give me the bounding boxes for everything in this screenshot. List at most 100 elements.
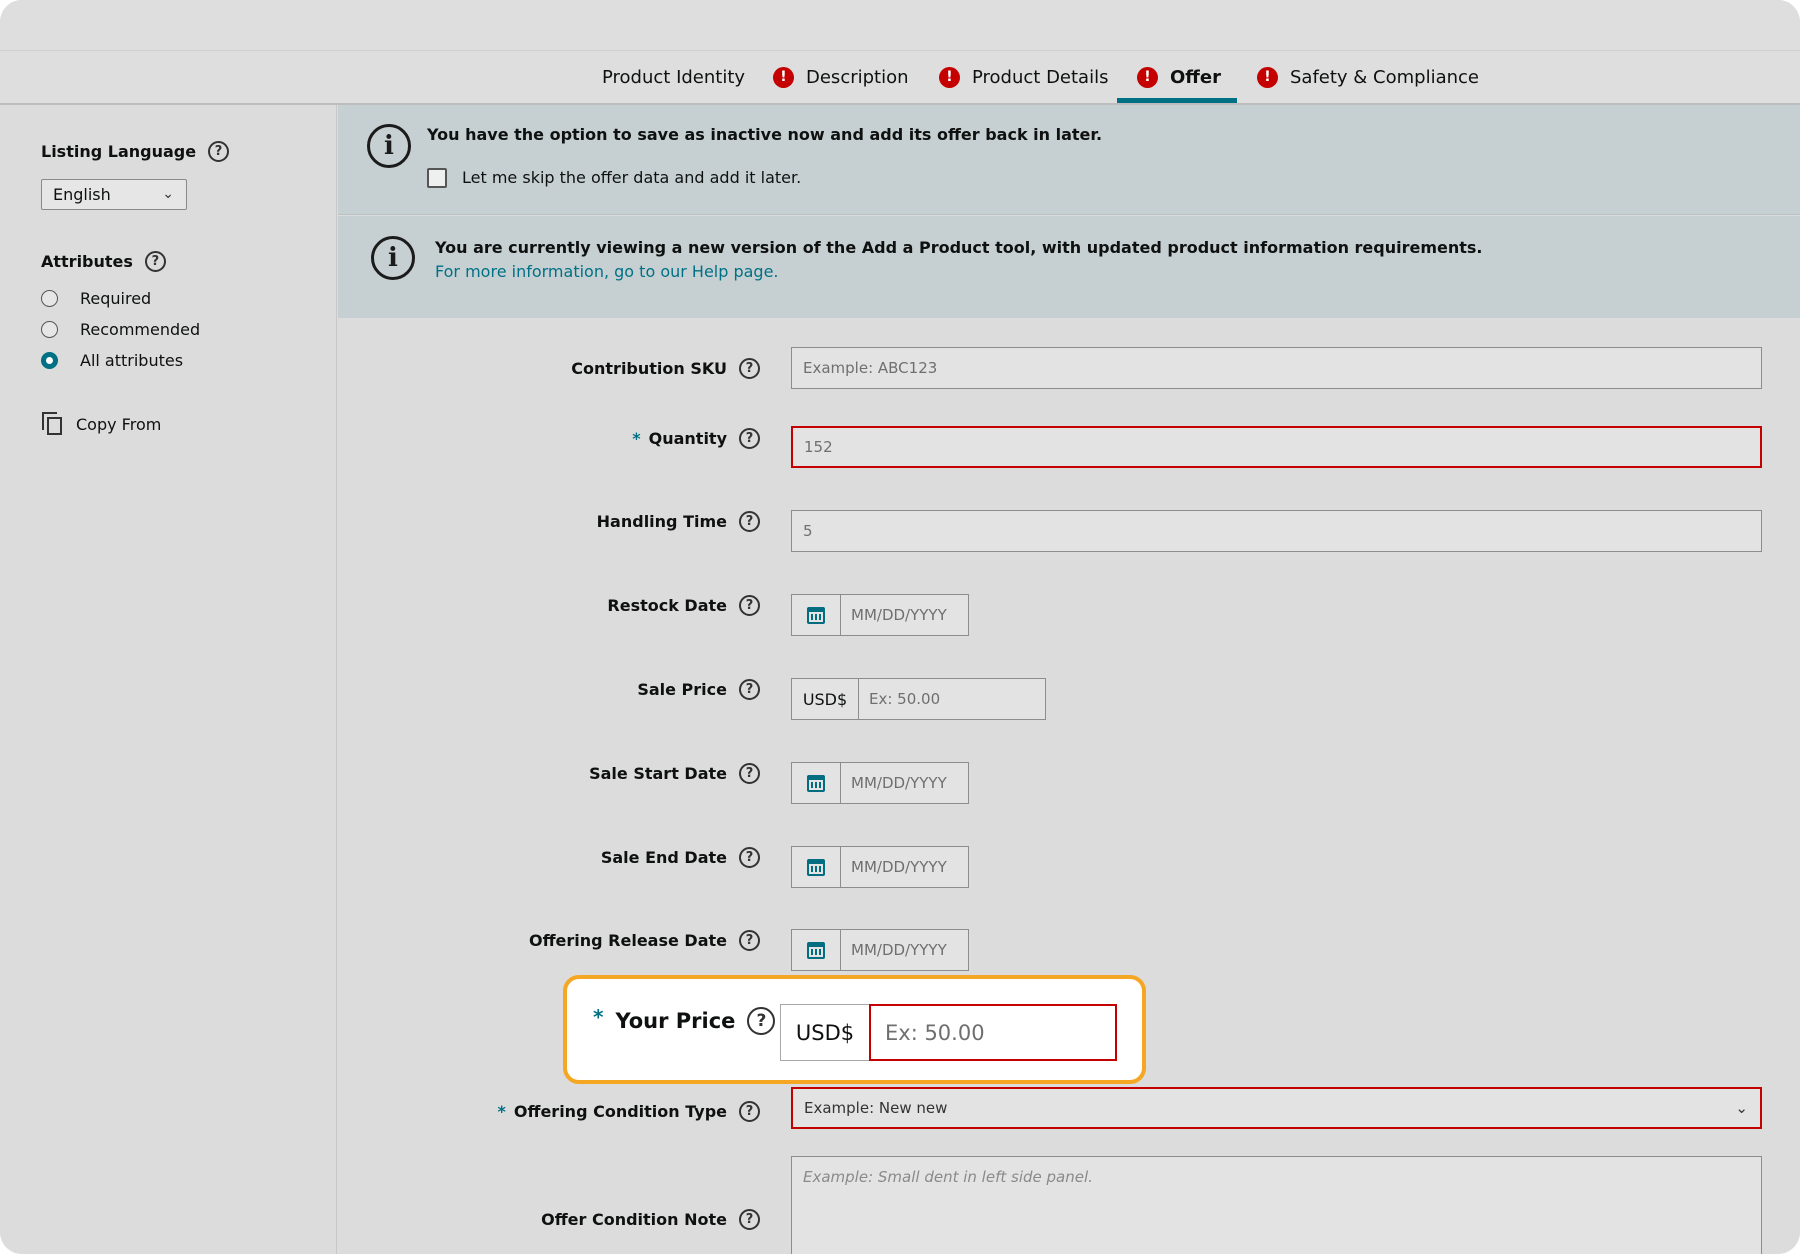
calendar-icon	[807, 941, 825, 959]
tab-product-identity[interactable]: Product Identity	[602, 50, 745, 104]
required-marker: *	[497, 1102, 506, 1121]
sale-price-field[interactable]: USD$ Ex: 50.00	[791, 678, 1046, 720]
quantity-label: * Quantity ?	[632, 428, 760, 449]
help-icon[interactable]: ?	[144, 251, 166, 272]
tab-label: Offer	[1170, 66, 1221, 88]
copy-from-label: Copy From	[76, 414, 162, 434]
radio-button[interactable]	[41, 290, 58, 307]
skip-offer-title: You have the option to save as inactive …	[427, 125, 1103, 144]
field-label-text: Contribution SKU	[571, 359, 727, 378]
currency-label: USD$	[780, 1004, 870, 1061]
quantity-input[interactable]: 152	[791, 426, 1762, 468]
attributes-text: Attributes	[41, 252, 133, 271]
info-icon: i	[367, 124, 411, 168]
new-version-banner: i You are currently viewing a new versio…	[338, 216, 1800, 318]
sale-price-label: Sale Price ?	[637, 679, 760, 700]
radio-recommended[interactable]: Recommended	[41, 320, 200, 339]
tab-label: Product Identity	[602, 66, 746, 88]
radio-required[interactable]: Required	[41, 289, 151, 308]
contribution-sku-input[interactable]: Example: ABC123	[791, 347, 1762, 389]
help-page-link[interactable]: For more information, go to our Help pag…	[435, 262, 779, 281]
field-label-text: Restock Date	[607, 596, 727, 615]
date-placeholder[interactable]: MM/DD/YYYY	[841, 763, 947, 803]
calendar-icon	[807, 606, 825, 624]
app-frame: Product Identity ! Description ! Product…	[0, 0, 1800, 1254]
tab-offer[interactable]: ! Offer	[1137, 50, 1221, 104]
date-placeholder[interactable]: MM/DD/YYYY	[841, 595, 947, 635]
field-label-text: Sale End Date	[600, 848, 727, 867]
help-icon[interactable]: ?	[739, 1101, 760, 1122]
date-placeholder[interactable]: MM/DD/YYYY	[841, 930, 947, 970]
field-label-text: Offer Condition Note	[541, 1210, 727, 1229]
skip-offer-checkbox[interactable]	[427, 168, 447, 188]
error-icon: !	[1137, 66, 1158, 88]
date-placeholder[interactable]: MM/DD/YYYY	[841, 847, 947, 887]
restock-date-picker[interactable]: MM/DD/YYYY	[791, 594, 969, 636]
chevron-down-icon: ⌄	[1735, 1099, 1748, 1117]
active-tab-indicator	[1117, 98, 1237, 103]
listing-language-text: Listing Language	[41, 142, 197, 161]
currency-label: USD$	[792, 679, 859, 719]
sale-start-date-picker[interactable]: MM/DD/YYYY	[791, 762, 969, 804]
field-label-text: Sale Start Date	[589, 764, 727, 783]
calendar-button[interactable]	[792, 847, 841, 887]
tab-description[interactable]: ! Description	[773, 50, 909, 104]
help-icon[interactable]: ?	[747, 1007, 776, 1035]
tab-safety-compliance[interactable]: ! Safety & Compliance	[1257, 50, 1479, 104]
tab-product-details[interactable]: ! Product Details	[939, 50, 1108, 104]
field-label-text: Offering Release Date	[528, 931, 727, 950]
offer-condition-note-label: Offer Condition Note ?	[541, 1209, 760, 1230]
offer-form: Contribution SKU ? Example: ABC123 * Qua…	[338, 318, 1800, 1254]
radio-button[interactable]	[41, 321, 58, 338]
your-price-label: * Your Price ?	[593, 1005, 776, 1035]
radio-label: Required	[80, 289, 152, 308]
skip-offer-checkbox-label[interactable]: Let me skip the offer data and add it la…	[462, 168, 801, 187]
listing-language-label: Listing Language ?	[41, 141, 230, 162]
calendar-icon	[807, 858, 825, 876]
offering-condition-type-select[interactable]: Example: New new ⌄	[791, 1087, 1762, 1129]
radio-label: All attributes	[80, 351, 184, 370]
copy-icon	[42, 412, 64, 436]
radio-button-selected[interactable]	[41, 352, 58, 369]
sale-price-input[interactable]: Ex: 50.00	[859, 679, 1045, 719]
calendar-button[interactable]	[792, 763, 841, 803]
attributes-label: Attributes ?	[41, 251, 166, 272]
contribution-sku-label: Contribution SKU ?	[571, 358, 760, 379]
field-label-text: Handling Time	[596, 512, 727, 531]
calendar-button[interactable]	[792, 930, 841, 970]
language-select[interactable]: English ⌄	[41, 179, 187, 210]
help-icon[interactable]: ?	[208, 141, 230, 162]
handling-time-label: Handling Time ?	[597, 511, 760, 532]
tab-label: Safety & Compliance	[1290, 66, 1480, 88]
sale-end-date-picker[interactable]: MM/DD/YYYY	[791, 846, 969, 888]
calendar-button[interactable]	[792, 595, 841, 635]
help-icon[interactable]: ?	[739, 595, 760, 616]
required-marker: *	[593, 1005, 604, 1029]
handling-time-input[interactable]: 5	[791, 510, 1762, 552]
help-icon[interactable]: ?	[739, 511, 760, 532]
sale-start-date-label: Sale Start Date ?	[589, 763, 760, 784]
offering-release-date-label: Offering Release Date ?	[529, 930, 760, 951]
chevron-down-icon: ⌄	[162, 186, 174, 202]
help-icon[interactable]: ?	[739, 847, 760, 868]
help-icon[interactable]: ?	[739, 763, 760, 784]
radio-label: Recommended	[80, 320, 201, 339]
radio-all-attributes[interactable]: All attributes	[41, 351, 183, 370]
restock-date-label: Restock Date ?	[607, 595, 760, 616]
error-icon: !	[939, 66, 960, 88]
help-icon[interactable]: ?	[739, 1209, 760, 1230]
tab-bar: Product Identity ! Description ! Product…	[0, 0, 1800, 105]
info-icon: i	[371, 236, 415, 280]
help-icon[interactable]: ?	[739, 358, 760, 379]
offer-condition-note-textarea[interactable]: Example: Small dent in left side panel.	[791, 1156, 1762, 1254]
calendar-icon	[807, 774, 825, 792]
required-marker: *	[632, 429, 641, 448]
copy-from-button[interactable]: Copy From	[42, 412, 161, 436]
help-icon[interactable]: ?	[739, 930, 760, 951]
offering-release-date-picker[interactable]: MM/DD/YYYY	[791, 929, 969, 971]
help-icon[interactable]: ?	[739, 679, 760, 700]
language-value: English	[53, 185, 111, 204]
your-price-input[interactable]: Ex: 50.00	[869, 1004, 1117, 1061]
offering-condition-type-label: * Offering Condition Type ?	[498, 1101, 760, 1122]
help-icon[interactable]: ?	[739, 428, 760, 449]
